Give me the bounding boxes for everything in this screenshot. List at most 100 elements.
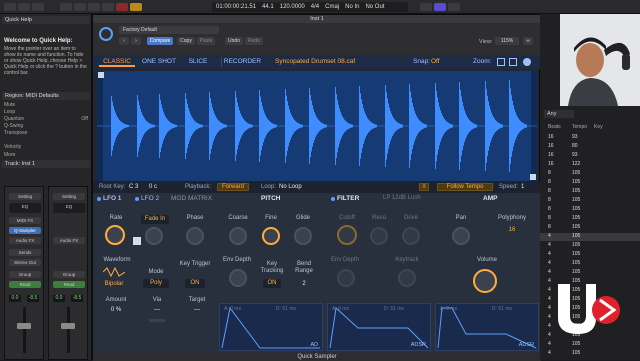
fade-in-menu[interactable]: Fade In xyxy=(141,215,169,224)
browser-row[interactable]: 4 105 xyxy=(540,269,640,277)
strip2-automation-mode[interactable]: Read xyxy=(53,281,85,288)
browser-row[interactable]: 8 105 xyxy=(540,224,640,232)
sample-name[interactable]: Syncopated Drumset 08.caf xyxy=(275,58,355,65)
filter-envelope[interactable]: ADSR A: 0 ms D: 51 ms xyxy=(327,303,431,351)
settings-icon[interactable] xyxy=(523,58,531,66)
follow-tempo-toggle-icon[interactable]: ≡ xyxy=(419,183,429,191)
phase-knob[interactable] xyxy=(186,227,204,245)
mode-one-shot-tab[interactable]: ONE SHOT xyxy=(139,57,179,67)
pan-knob[interactable] xyxy=(452,227,470,245)
filter-type-menu[interactable]: LP 12dB Lush xyxy=(383,195,421,201)
target-value[interactable]: — xyxy=(185,307,209,313)
browser-row[interactable]: 4 105 xyxy=(540,260,640,268)
copy-button[interactable]: Copy xyxy=(177,37,195,45)
browser-row[interactable]: 4 105 xyxy=(540,233,640,241)
fade-in-knob[interactable] xyxy=(145,227,163,245)
view-zoom-menu[interactable]: 115% xyxy=(495,37,519,45)
beats-header[interactable]: Beats xyxy=(548,124,572,132)
lfo1-power-icon[interactable] xyxy=(97,197,101,201)
strip2-setting-button[interactable]: Setting xyxy=(53,193,85,200)
strip-midi-fx[interactable]: MIDI FX xyxy=(9,217,41,224)
lfo-mode-menu[interactable]: Poly xyxy=(143,279,169,288)
loop-row[interactable]: Loop xyxy=(4,109,88,115)
strip-eq[interactable]: EQ xyxy=(9,203,41,213)
velocity-row[interactable]: Velocity xyxy=(4,144,88,150)
bend-range-value[interactable]: 2 xyxy=(291,281,317,287)
glide-knob[interactable] xyxy=(294,227,312,245)
browser-row[interactable]: 8 105 xyxy=(540,170,640,178)
browser-row[interactable]: 4 105 xyxy=(540,242,640,250)
link-icon[interactable]: ∞ xyxy=(523,37,533,45)
track-header[interactable]: Track: Inst 1 xyxy=(2,160,90,168)
filter-power-icon[interactable] xyxy=(331,197,335,201)
q-swing-row[interactable]: Q-Swing xyxy=(4,123,88,129)
browser-row[interactable]: 8 105 xyxy=(540,197,640,205)
browser-row[interactable]: 16 93 xyxy=(540,152,640,160)
play-icon[interactable] xyxy=(102,3,114,11)
region-header[interactable]: Region: MIDI Defaults xyxy=(2,92,90,100)
library-icon[interactable] xyxy=(4,3,16,11)
volume-knob[interactable] xyxy=(473,269,497,293)
rate-knob[interactable] xyxy=(105,225,125,245)
stop-icon[interactable] xyxy=(88,3,100,11)
loop-menu[interactable]: No Loop xyxy=(279,184,302,190)
count-in-icon[interactable] xyxy=(434,3,446,11)
next-preset-icon[interactable]: › xyxy=(131,37,141,45)
keytrack-knob[interactable] xyxy=(398,269,416,287)
snap-menu[interactable]: Off xyxy=(431,58,440,65)
inspector-icon[interactable] xyxy=(18,3,30,11)
zoom-height-icon[interactable] xyxy=(509,58,517,66)
strip2-eq[interactable]: EQ xyxy=(53,203,85,213)
browser-row[interactable]: 4 105 xyxy=(540,350,640,358)
lcd-display[interactable]: 01:00:00:21.51 44.1 120.0000 4/4 Cmaj No… xyxy=(212,2,408,12)
lfo2-tab[interactable]: LFO 2 xyxy=(141,195,159,202)
compare-button[interactable]: Compare xyxy=(147,37,173,45)
key-header[interactable]: Key xyxy=(594,124,610,132)
paste-button[interactable]: Paste xyxy=(197,37,215,45)
polyphony-value[interactable]: 16 xyxy=(493,227,531,233)
key-trigger-button[interactable]: ON xyxy=(185,279,205,288)
browser-row[interactable]: 8 105 xyxy=(540,206,640,214)
strip-sends[interactable]: Sends xyxy=(9,249,41,256)
amp-envelope[interactable]: ADSR A: 0 ms D: 51 ms xyxy=(435,303,539,351)
tuner-icon[interactable] xyxy=(420,3,432,11)
via-slider[interactable] xyxy=(149,319,165,322)
strip-audio-fx[interactable]: Audio FX xyxy=(9,237,41,244)
end-marker-icon[interactable] xyxy=(530,174,536,180)
undo-button[interactable]: Undo xyxy=(225,37,243,45)
prev-preset-icon[interactable]: ‹ xyxy=(119,37,129,45)
waveform-display[interactable] xyxy=(97,71,537,181)
power-icon[interactable] xyxy=(99,27,113,41)
mode-recorder-tab[interactable]: RECORDER xyxy=(221,57,263,67)
key-tracking-button[interactable]: ON xyxy=(263,279,281,288)
follow-tempo-button[interactable]: Follow Tempo xyxy=(437,183,493,191)
strip-fader[interactable] xyxy=(17,323,31,329)
strip-automation-mode[interactable]: Read xyxy=(9,281,41,288)
filter-env-depth-knob[interactable] xyxy=(337,269,355,287)
fine-knob[interactable] xyxy=(262,227,280,245)
strip2-fader[interactable] xyxy=(61,323,75,329)
via-value[interactable]: — xyxy=(147,307,167,313)
quantize-row[interactable]: Quantize Off xyxy=(4,116,88,122)
browser-row[interactable]: 16 122 xyxy=(540,161,640,169)
strip-setting-button[interactable]: Setting xyxy=(9,193,41,200)
reso-knob[interactable] xyxy=(370,227,388,245)
metronome-icon[interactable] xyxy=(448,3,460,11)
waveform-polarity[interactable]: Bipolar xyxy=(99,281,129,287)
zoom-fit-icon[interactable] xyxy=(497,58,505,66)
redo-button[interactable]: Redo xyxy=(245,37,263,45)
waveform-shape-icon[interactable] xyxy=(102,266,126,278)
rewind-icon[interactable] xyxy=(60,3,72,11)
mod-matrix-tab[interactable]: MOD MATRIX xyxy=(171,195,212,202)
pitch-env-depth-knob[interactable] xyxy=(229,269,247,287)
mute-row[interactable]: Mute xyxy=(4,102,88,108)
coarse-knob[interactable] xyxy=(229,227,247,245)
mode-slice-tab[interactable]: SLICE xyxy=(185,57,211,67)
amount-value[interactable]: 0 % xyxy=(99,307,133,313)
strip2-audio-fx[interactable]: Audio FX xyxy=(53,237,85,244)
strip-output[interactable]: Stereo Out xyxy=(9,259,41,266)
strip2-group[interactable]: Group xyxy=(53,271,85,278)
cycle-icon[interactable] xyxy=(130,3,142,11)
pitch-envelope[interactable]: AD A: 0 ms D: 51 ms xyxy=(219,303,323,351)
mode-classic-tab[interactable]: CLASSIC xyxy=(99,57,135,67)
